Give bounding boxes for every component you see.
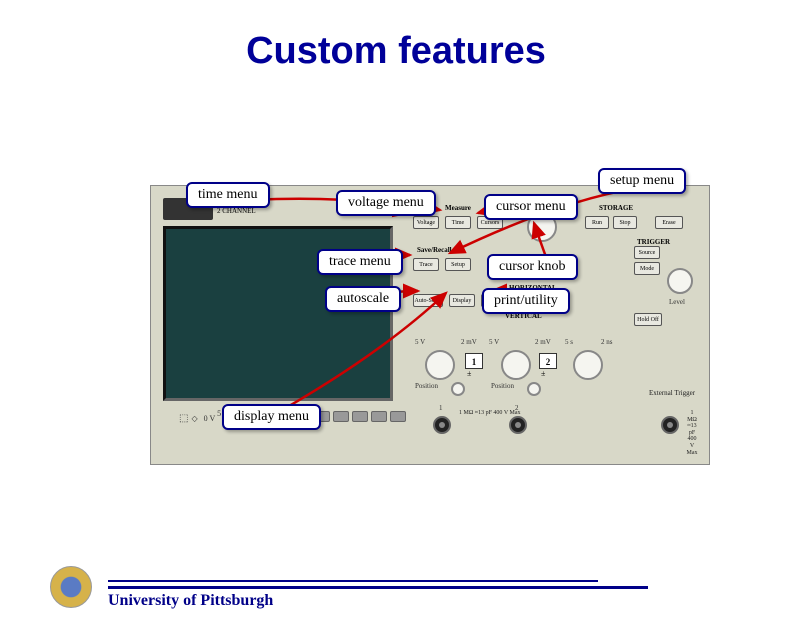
level-knob bbox=[667, 268, 693, 294]
btn-holdoff: Hold Off bbox=[634, 313, 662, 326]
btn-autoscale: Auto-Scale bbox=[413, 294, 443, 307]
callout-setup-menu: setup menu bbox=[598, 168, 686, 194]
volts-knob-2 bbox=[501, 350, 531, 380]
scale-2mv-2: 2 mV bbox=[535, 338, 551, 346]
callout-cursor-knob: cursor knob bbox=[487, 254, 578, 280]
scale-5v-1: 5 V bbox=[415, 338, 425, 346]
pos-knob-2 bbox=[527, 382, 541, 396]
pos-knob-1 bbox=[451, 382, 465, 396]
scale-5v-2: 5 V bbox=[489, 338, 499, 346]
bnc-ext bbox=[661, 416, 679, 434]
ch1-box: 1 bbox=[465, 353, 483, 369]
ch1-num: 1 bbox=[439, 404, 443, 412]
ext-trigger-label: External Trigger bbox=[649, 390, 695, 398]
callout-trace-menu: trace menu bbox=[317, 249, 403, 275]
volts-knob-1 bbox=[425, 350, 455, 380]
callout-autoscale: autoscale bbox=[325, 286, 401, 312]
position-2: Position bbox=[491, 382, 514, 390]
scope-control-panel: Measure STORAGE Save/Recall HORIZONTAL T… bbox=[409, 198, 699, 453]
section-storage: STORAGE bbox=[599, 204, 633, 212]
btn-stop: Stop bbox=[613, 216, 637, 229]
impedance-ext: 1 MΩ ≈13 pF 400 V Max bbox=[685, 410, 699, 456]
footer-line-thick bbox=[108, 586, 648, 589]
footer-line-thin bbox=[108, 580, 598, 582]
callout-time-menu: time menu bbox=[186, 182, 270, 208]
btn-trace: Trace bbox=[413, 258, 439, 271]
slide-title: Custom features bbox=[0, 30, 792, 73]
callout-print-utility: print/utility bbox=[482, 288, 570, 314]
btn-source: Source bbox=[634, 246, 660, 259]
model-chan: 2 CHANNEL bbox=[217, 207, 256, 215]
scale-2ns: 2 ns bbox=[601, 338, 612, 346]
bnc-ch1 bbox=[433, 416, 451, 434]
callout-cursor-menu: cursor menu bbox=[484, 194, 578, 220]
section-saverecall: Save/Recall bbox=[417, 246, 452, 254]
scale-5s: 5 s bbox=[565, 338, 573, 346]
btn-setup: Setup bbox=[445, 258, 471, 271]
impedance-1: 1 MΩ ≈13 pF 400 V Max bbox=[459, 410, 521, 417]
callout-display-menu: display menu bbox=[222, 404, 321, 430]
scale-2mv-1: 2 mV bbox=[461, 338, 477, 346]
btn-time: Time bbox=[445, 216, 471, 229]
footer-text: University of Pittsburgh bbox=[108, 592, 273, 610]
position-1: Position bbox=[415, 382, 438, 390]
bnc-ch2 bbox=[509, 416, 527, 434]
btn-run: Run bbox=[585, 216, 609, 229]
btn-erase: Erase bbox=[655, 216, 683, 229]
btn-voltage: Voltage bbox=[413, 216, 439, 229]
callout-voltage-menu: voltage menu bbox=[336, 190, 436, 216]
university-seal bbox=[50, 566, 92, 608]
section-measure: Measure bbox=[445, 204, 471, 212]
btn-mode: Mode bbox=[634, 262, 660, 275]
ch2-box: 2 bbox=[539, 353, 557, 369]
level-label: Level bbox=[669, 298, 685, 306]
time-knob bbox=[573, 350, 603, 380]
btn-display: Display bbox=[449, 294, 475, 307]
section-trigger: TRIGGER bbox=[637, 238, 670, 246]
